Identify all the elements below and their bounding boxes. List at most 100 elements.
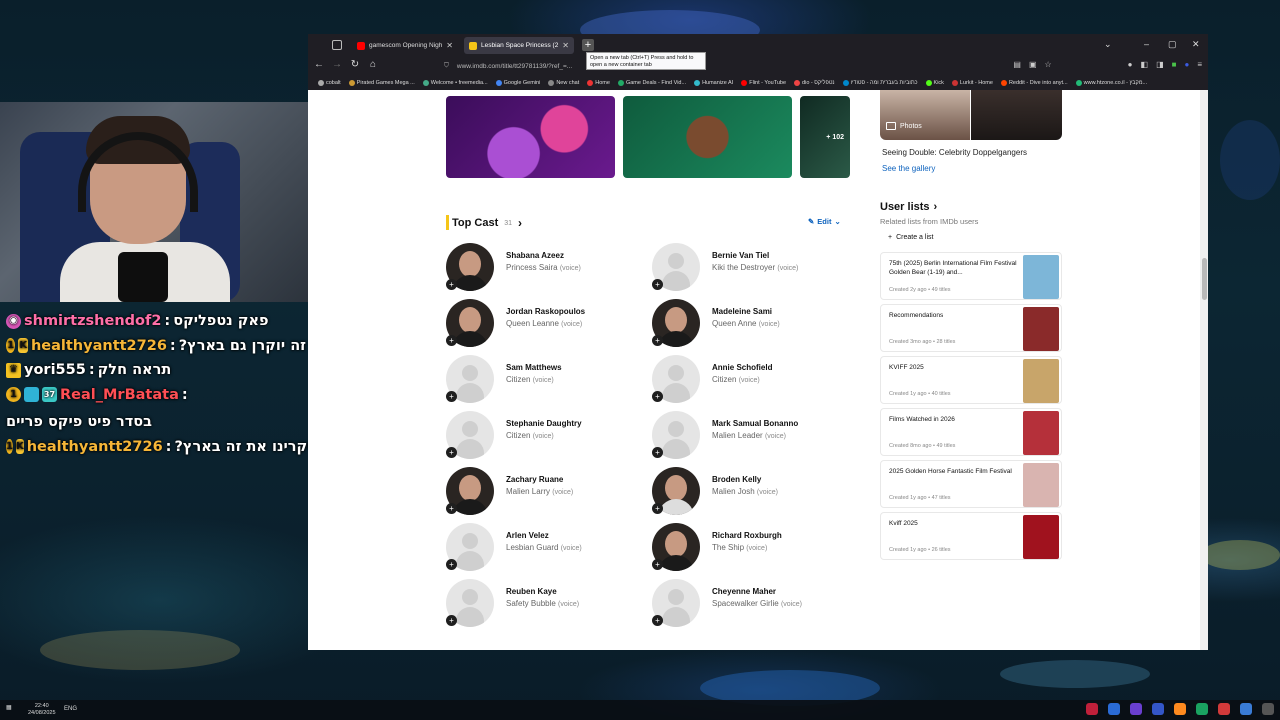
bookmark-item[interactable]: כתוביות בעברית ומה - סטודיו	[842, 80, 918, 86]
user-lists-heading[interactable]: User lists ›	[880, 201, 937, 213]
extensions-icon[interactable]: ◧	[1141, 60, 1149, 69]
page-scrollbar[interactable]	[1200, 90, 1208, 650]
actor-name[interactable]: Reuben Kaye	[506, 587, 557, 596]
bookmark-item[interactable]: Reddit - Dive into anyt...	[1000, 80, 1068, 86]
language-indicator[interactable]: ENG	[64, 706, 77, 712]
firefox-icon[interactable]	[1174, 703, 1186, 715]
see-gallery-link[interactable]: See the gallery	[882, 164, 935, 173]
user-list-card[interactable]: Films Watched in 2026 Created 8mo ago • 4…	[880, 408, 1062, 456]
cast-member[interactable]: + Arlen Velez Lesbian Guard (voice)	[446, 523, 646, 573]
cast-member[interactable]: + Annie Schofield Citizen (voice)	[652, 355, 852, 405]
gallery-title[interactable]: Seeing Double: Celebrity Doppelgangers	[882, 148, 1027, 157]
app-icon[interactable]	[1262, 703, 1274, 715]
add-icon[interactable]: +	[652, 279, 663, 290]
bookmark-item[interactable]: Home	[587, 80, 610, 86]
actor-name[interactable]: Sam Matthews	[506, 363, 562, 372]
actor-name[interactable]: Zachary Ruane	[506, 475, 563, 484]
add-icon[interactable]: +	[652, 559, 663, 570]
cast-member[interactable]: + Reuben Kaye Safety Bubble (voice)	[446, 579, 646, 629]
tab-active[interactable]: Lesbian Space Princess (2025) ✕	[464, 37, 574, 54]
add-icon[interactable]: +	[652, 391, 663, 402]
extension-icon[interactable]: ◨	[1156, 60, 1164, 69]
maximize-icon[interactable]: ▢	[1168, 39, 1177, 50]
bookmark-item[interactable]: Humanize AI	[694, 80, 733, 86]
add-icon[interactable]: +	[446, 447, 457, 458]
chat-username[interactable]: healthyantt2726	[27, 435, 163, 460]
new-tab-button[interactable]: +	[582, 39, 594, 51]
add-icon[interactable]: +	[652, 615, 663, 626]
bookmark-item[interactable]: New chat	[548, 80, 579, 86]
extension-icon[interactable]: ■	[1172, 60, 1177, 69]
cast-member[interactable]: + Mark Samual Bonanno Malien Leader (voice…	[652, 411, 852, 461]
extension-icon[interactable]: ●	[1184, 60, 1189, 69]
top-cast-heading[interactable]: Top Cast 31 ›	[452, 216, 522, 230]
user-list-card[interactable]: Kviff 2025 Created 1y ago • 26 titles	[880, 512, 1062, 560]
cast-member[interactable]: + Broden Kelly Malien Josh (voice)	[652, 467, 852, 517]
app-icon[interactable]	[1196, 703, 1208, 715]
bookmark-item[interactable]: cobalt	[318, 80, 341, 86]
actor-name[interactable]: Broden Kelly	[712, 475, 761, 484]
cast-member[interactable]: + Richard Roxburgh The Ship (voice)	[652, 523, 852, 573]
actor-name[interactable]: Shabana Azeez	[506, 251, 564, 260]
sidebar-icon[interactable]	[332, 40, 342, 50]
tab-list-icon[interactable]: ⌄	[1104, 39, 1112, 50]
gallery-card[interactable]: Photos	[880, 90, 1062, 140]
close-window-icon[interactable]: ✕	[1192, 39, 1200, 50]
bookmark-item[interactable]: Welcome • freemedia...	[422, 80, 488, 86]
add-icon[interactable]: +	[446, 559, 457, 570]
chat-username[interactable]: shmirtzshendof2	[24, 309, 161, 334]
cast-member[interactable]: + Madeleine Sami Queen Anne (voice)	[652, 299, 852, 349]
reader-view-icon[interactable]: ▤	[1013, 60, 1021, 69]
minimize-icon[interactable]: –	[1144, 39, 1149, 49]
cast-member[interactable]: + Shabana Azeez Princess Saira (voice)	[446, 243, 646, 293]
bookmark-item[interactable]: Game Deals - Find Vid...	[617, 80, 686, 86]
cast-member[interactable]: + Jordan Raskopoulos Queen Leanne (voice)	[446, 299, 646, 349]
cast-member[interactable]: + Cheyenne Maher Spacewalker Girlie (voice…	[652, 579, 852, 629]
actor-name[interactable]: Stephanie Daughtry	[506, 419, 582, 428]
start-icon[interactable]: ▦	[6, 704, 12, 711]
cast-member[interactable]: + Zachary Ruane Malien Larry (voice)	[446, 467, 646, 517]
reload-icon[interactable]: ↻	[348, 59, 362, 70]
actor-name[interactable]: Annie Schofield	[712, 363, 772, 372]
app-icon[interactable]	[1130, 703, 1142, 715]
actor-name[interactable]: Bernie Van Tiel	[712, 251, 769, 260]
account-icon[interactable]: ●	[1128, 60, 1133, 69]
cast-member[interactable]: + Bernie Van Tiel Kiki the Destroyer (voic…	[652, 243, 852, 293]
bookmark-item[interactable]: Lurkit - Home	[951, 80, 993, 86]
cast-member[interactable]: + Sam Matthews Citizen (voice)	[446, 355, 646, 405]
bookmark-item[interactable]: Flint - YouTube	[741, 80, 786, 86]
create-list-button[interactable]: + Create a list	[888, 234, 933, 241]
actor-name[interactable]: Cheyenne Maher	[712, 587, 776, 596]
edit-button[interactable]: ✎ Edit ⌄	[808, 217, 841, 226]
tab-inactive[interactable]: gamescom Opening Night Live ✕	[352, 37, 458, 54]
bookmark-item[interactable]: www.htzone.co.il - מקבץ...	[1075, 80, 1147, 86]
add-icon[interactable]: +	[446, 503, 457, 514]
screenshot-icon[interactable]: ▣	[1029, 60, 1037, 69]
bookmark-item[interactable]: Pirated Games Mega ...	[348, 80, 415, 86]
actor-name[interactable]: Richard Roxburgh	[712, 531, 782, 540]
bookmark-item[interactable]: Kick	[925, 80, 944, 86]
chat-username[interactable]: Real_MrBatata	[60, 383, 179, 408]
user-list-card[interactable]: KVIFF 2025 Created 1y ago • 40 titles	[880, 356, 1062, 404]
bookmark-item[interactable]: Google Gemini	[495, 80, 540, 86]
app-icon[interactable]	[1218, 703, 1230, 715]
app-icon[interactable]	[1240, 703, 1252, 715]
clock[interactable]: 22:40 24/08/2025	[28, 703, 56, 717]
app-icon[interactable]	[1086, 703, 1098, 715]
app-icon[interactable]	[1152, 703, 1164, 715]
user-list-card[interactable]: 2025 Golden Horse Fantastic Film Festiva…	[880, 460, 1062, 508]
app-icon[interactable]	[1108, 703, 1120, 715]
bookmark-star-icon[interactable]: ☆	[1045, 60, 1052, 69]
media-more-thumbnail[interactable]: + 102	[800, 96, 850, 178]
cast-member[interactable]: + Stephanie Daughtry Citizen (voice)	[446, 411, 646, 461]
actor-name[interactable]: Arlen Velez	[506, 531, 549, 540]
add-icon[interactable]: +	[652, 335, 663, 346]
add-icon[interactable]: +	[652, 503, 663, 514]
user-list-card[interactable]: 75th (2025) Berlin International Film Fe…	[880, 252, 1062, 300]
close-icon[interactable]: ✕	[446, 41, 453, 50]
close-icon[interactable]: ✕	[562, 41, 569, 50]
actor-name[interactable]: Jordan Raskopoulos	[506, 307, 585, 316]
forward-icon[interactable]: →	[330, 59, 344, 70]
chat-username[interactable]: healthyantt2726	[31, 334, 167, 359]
back-icon[interactable]: ←	[312, 59, 326, 70]
